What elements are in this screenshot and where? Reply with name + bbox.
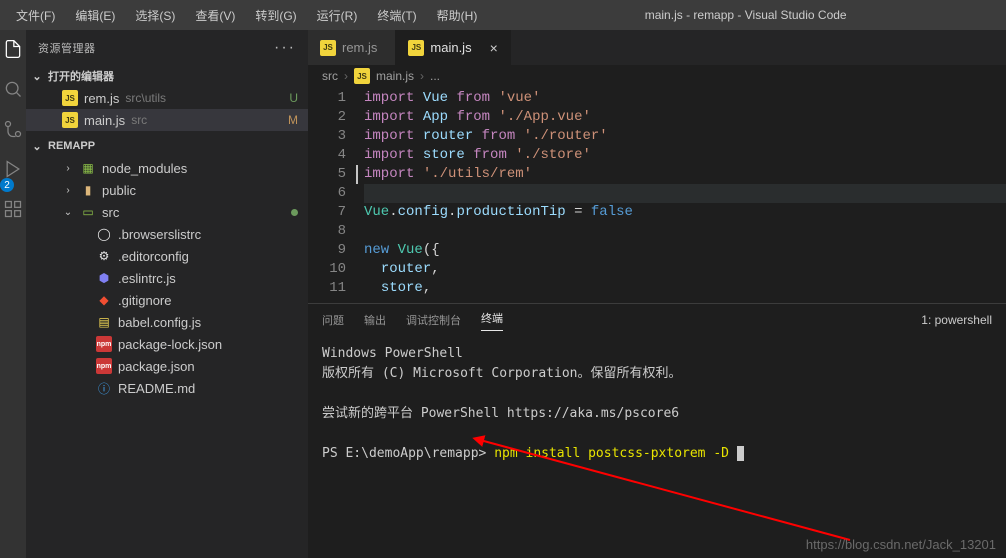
file-item[interactable]: ▤babel.config.js <box>26 311 308 333</box>
menu-item[interactable]: 选择(S) <box>127 3 183 28</box>
code-line: import Vue from 'vue' <box>364 89 1006 108</box>
window-title: main.js - remapp - Visual Studio Code <box>485 8 1006 22</box>
npm-icon: npm <box>96 336 112 352</box>
sidebar-header: 资源管理器 ··· <box>26 30 308 65</box>
folder-item[interactable]: ›▮public <box>26 179 308 201</box>
tabs: JSrem.jsJSmain.js× <box>308 30 1006 65</box>
info-icon: ⓘ <box>96 380 112 396</box>
js-icon: JS <box>408 40 424 56</box>
file-tree: ›▦node_modules›▮public⌄▭src◯.browserslis… <box>26 157 308 403</box>
menu-item[interactable]: 查看(V) <box>187 3 243 28</box>
js-icon: JS <box>62 112 78 128</box>
file-item[interactable]: npmpackage-lock.json <box>26 333 308 355</box>
file-item[interactable]: ⬢.eslintrc.js <box>26 267 308 289</box>
panel-tab[interactable]: 终端 <box>481 310 503 331</box>
code-line: router, <box>364 260 1006 279</box>
terminal-line: 版权所有 (C) Microsoft Corporation。保留所有权利。 <box>322 364 992 384</box>
debug-icon[interactable] <box>2 158 24 180</box>
folder-icon: ▮ <box>80 182 96 198</box>
file-item[interactable]: npmpackage.json <box>26 355 308 377</box>
file-item[interactable]: ◯.browserslistrc <box>26 223 308 245</box>
explorer-icon[interactable] <box>2 38 24 60</box>
code-line: Vue.config.productionTip = false <box>364 203 1006 222</box>
panel-tabs: 问题 输出 调试控制台 终端 1: powershell <box>308 304 1006 336</box>
code-line: import router from './router' <box>364 127 1006 146</box>
js-icon: JS <box>354 68 370 84</box>
open-editor-item[interactable]: JSmain.js srcM <box>26 109 308 131</box>
terminal-line <box>322 384 992 404</box>
folder-item[interactable]: ›▦node_modules <box>26 157 308 179</box>
title-bar: 文件(F)编辑(E)选择(S)查看(V)转到(G)运行(R)终端(T)帮助(H)… <box>0 0 1006 30</box>
project-header[interactable]: ⌄ REMAPP <box>26 135 308 157</box>
panel: 问题 输出 调试控制台 终端 1: powershell Windows PowerSh… <box>308 303 1006 558</box>
gear-icon: ⚙ <box>96 248 112 264</box>
code-line: store, <box>364 279 1006 298</box>
menu-bar: 文件(F)编辑(E)选择(S)查看(V)转到(G)运行(R)终端(T)帮助(H) <box>8 3 485 28</box>
sidebar: 资源管理器 ··· ⌄ 打开的编辑器 JSrem.js src\utilsUJS… <box>26 30 308 558</box>
editor-tab[interactable]: JSrem.js <box>308 30 396 65</box>
code-line: import './utils/rem' <box>364 165 1006 184</box>
babel-icon: ▤ <box>96 314 112 330</box>
file-item[interactable]: ◆.gitignore <box>26 289 308 311</box>
sidebar-title: 资源管理器 <box>38 40 96 56</box>
status-badge: M <box>288 113 298 127</box>
folder-item[interactable]: ⌄▭src <box>26 201 308 223</box>
chevron-down-icon: ⌄ <box>62 207 74 218</box>
menu-item[interactable]: 文件(F) <box>8 3 63 28</box>
editor-area: JSrem.jsJSmain.js× src › JS main.js › ..… <box>308 30 1006 558</box>
npm-icon: npm <box>96 358 112 374</box>
terminal-line: 尝试新的跨平台 PowerShell https://aka.ms/pscore… <box>322 404 992 424</box>
terminal[interactable]: Windows PowerShell版权所有 (C) Microsoft Cor… <box>308 336 1006 558</box>
scm-icon[interactable] <box>2 118 24 140</box>
code-line: import App from './App.vue' <box>364 108 1006 127</box>
open-editors-list: JSrem.js src\utilsUJSmain.js srcM <box>26 87 308 135</box>
terminal-select[interactable]: 1: powershell <box>921 313 992 327</box>
terminal-line <box>322 424 992 444</box>
eslint-icon: ⬢ <box>96 270 112 286</box>
browserslist-icon: ◯ <box>96 226 112 242</box>
file-item[interactable]: ⓘREADME.md <box>26 377 308 399</box>
js-icon: JS <box>320 40 336 56</box>
scm-badge: 2 <box>0 178 14 192</box>
chevron-down-icon: ⌄ <box>30 70 44 83</box>
menu-item[interactable]: 终端(T) <box>369 3 424 28</box>
open-editors-header[interactable]: ⌄ 打开的编辑器 <box>26 65 308 87</box>
code-line <box>364 222 1006 241</box>
chevron-right-icon: › <box>62 163 74 174</box>
menu-item[interactable]: 运行(R) <box>309 3 366 28</box>
more-icon[interactable]: ··· <box>274 39 296 57</box>
menu-item[interactable]: 帮助(H) <box>429 3 486 28</box>
status-badge: U <box>289 91 298 105</box>
panel-tab[interactable]: 调试控制台 <box>406 312 461 328</box>
watermark: https://blog.csdn.net/Jack_13201 <box>806 537 996 552</box>
search-icon[interactable] <box>2 78 24 100</box>
close-icon[interactable]: × <box>490 40 498 56</box>
folder-open-icon: ▭ <box>80 204 96 220</box>
code-line: import store from './store' <box>364 146 1006 165</box>
code-line <box>364 184 1006 203</box>
breadcrumb[interactable]: src › JS main.js › ... <box>308 65 1006 87</box>
panel-tab[interactable]: 输出 <box>364 312 386 328</box>
file-item[interactable]: ⚙.editorconfig <box>26 245 308 267</box>
chevron-down-icon: ⌄ <box>30 140 44 153</box>
panel-tab[interactable]: 问题 <box>322 312 344 328</box>
cursor-icon <box>737 446 744 461</box>
extensions-icon[interactable] <box>2 198 24 220</box>
menu-item[interactable]: 转到(G) <box>247 3 304 28</box>
chevron-right-icon: › <box>62 185 74 196</box>
code-editor[interactable]: 1234567891011 import Vue from 'vue'impor… <box>308 87 1006 303</box>
js-icon: JS <box>62 90 78 106</box>
code-line: new Vue({ <box>364 241 1006 260</box>
terminal-line: Windows PowerShell <box>322 344 992 364</box>
node-modules-icon: ▦ <box>80 160 96 176</box>
git-icon: ◆ <box>96 292 112 308</box>
open-editor-item[interactable]: JSrem.js src\utilsU <box>26 87 308 109</box>
editor-tab[interactable]: JSmain.js× <box>396 30 510 65</box>
terminal-prompt[interactable]: PS E:\demoApp\remapp> npm install postcs… <box>322 444 992 464</box>
modified-dot <box>291 209 298 216</box>
menu-item[interactable]: 编辑(E) <box>67 3 123 28</box>
activity-bar: 2 <box>0 30 26 558</box>
